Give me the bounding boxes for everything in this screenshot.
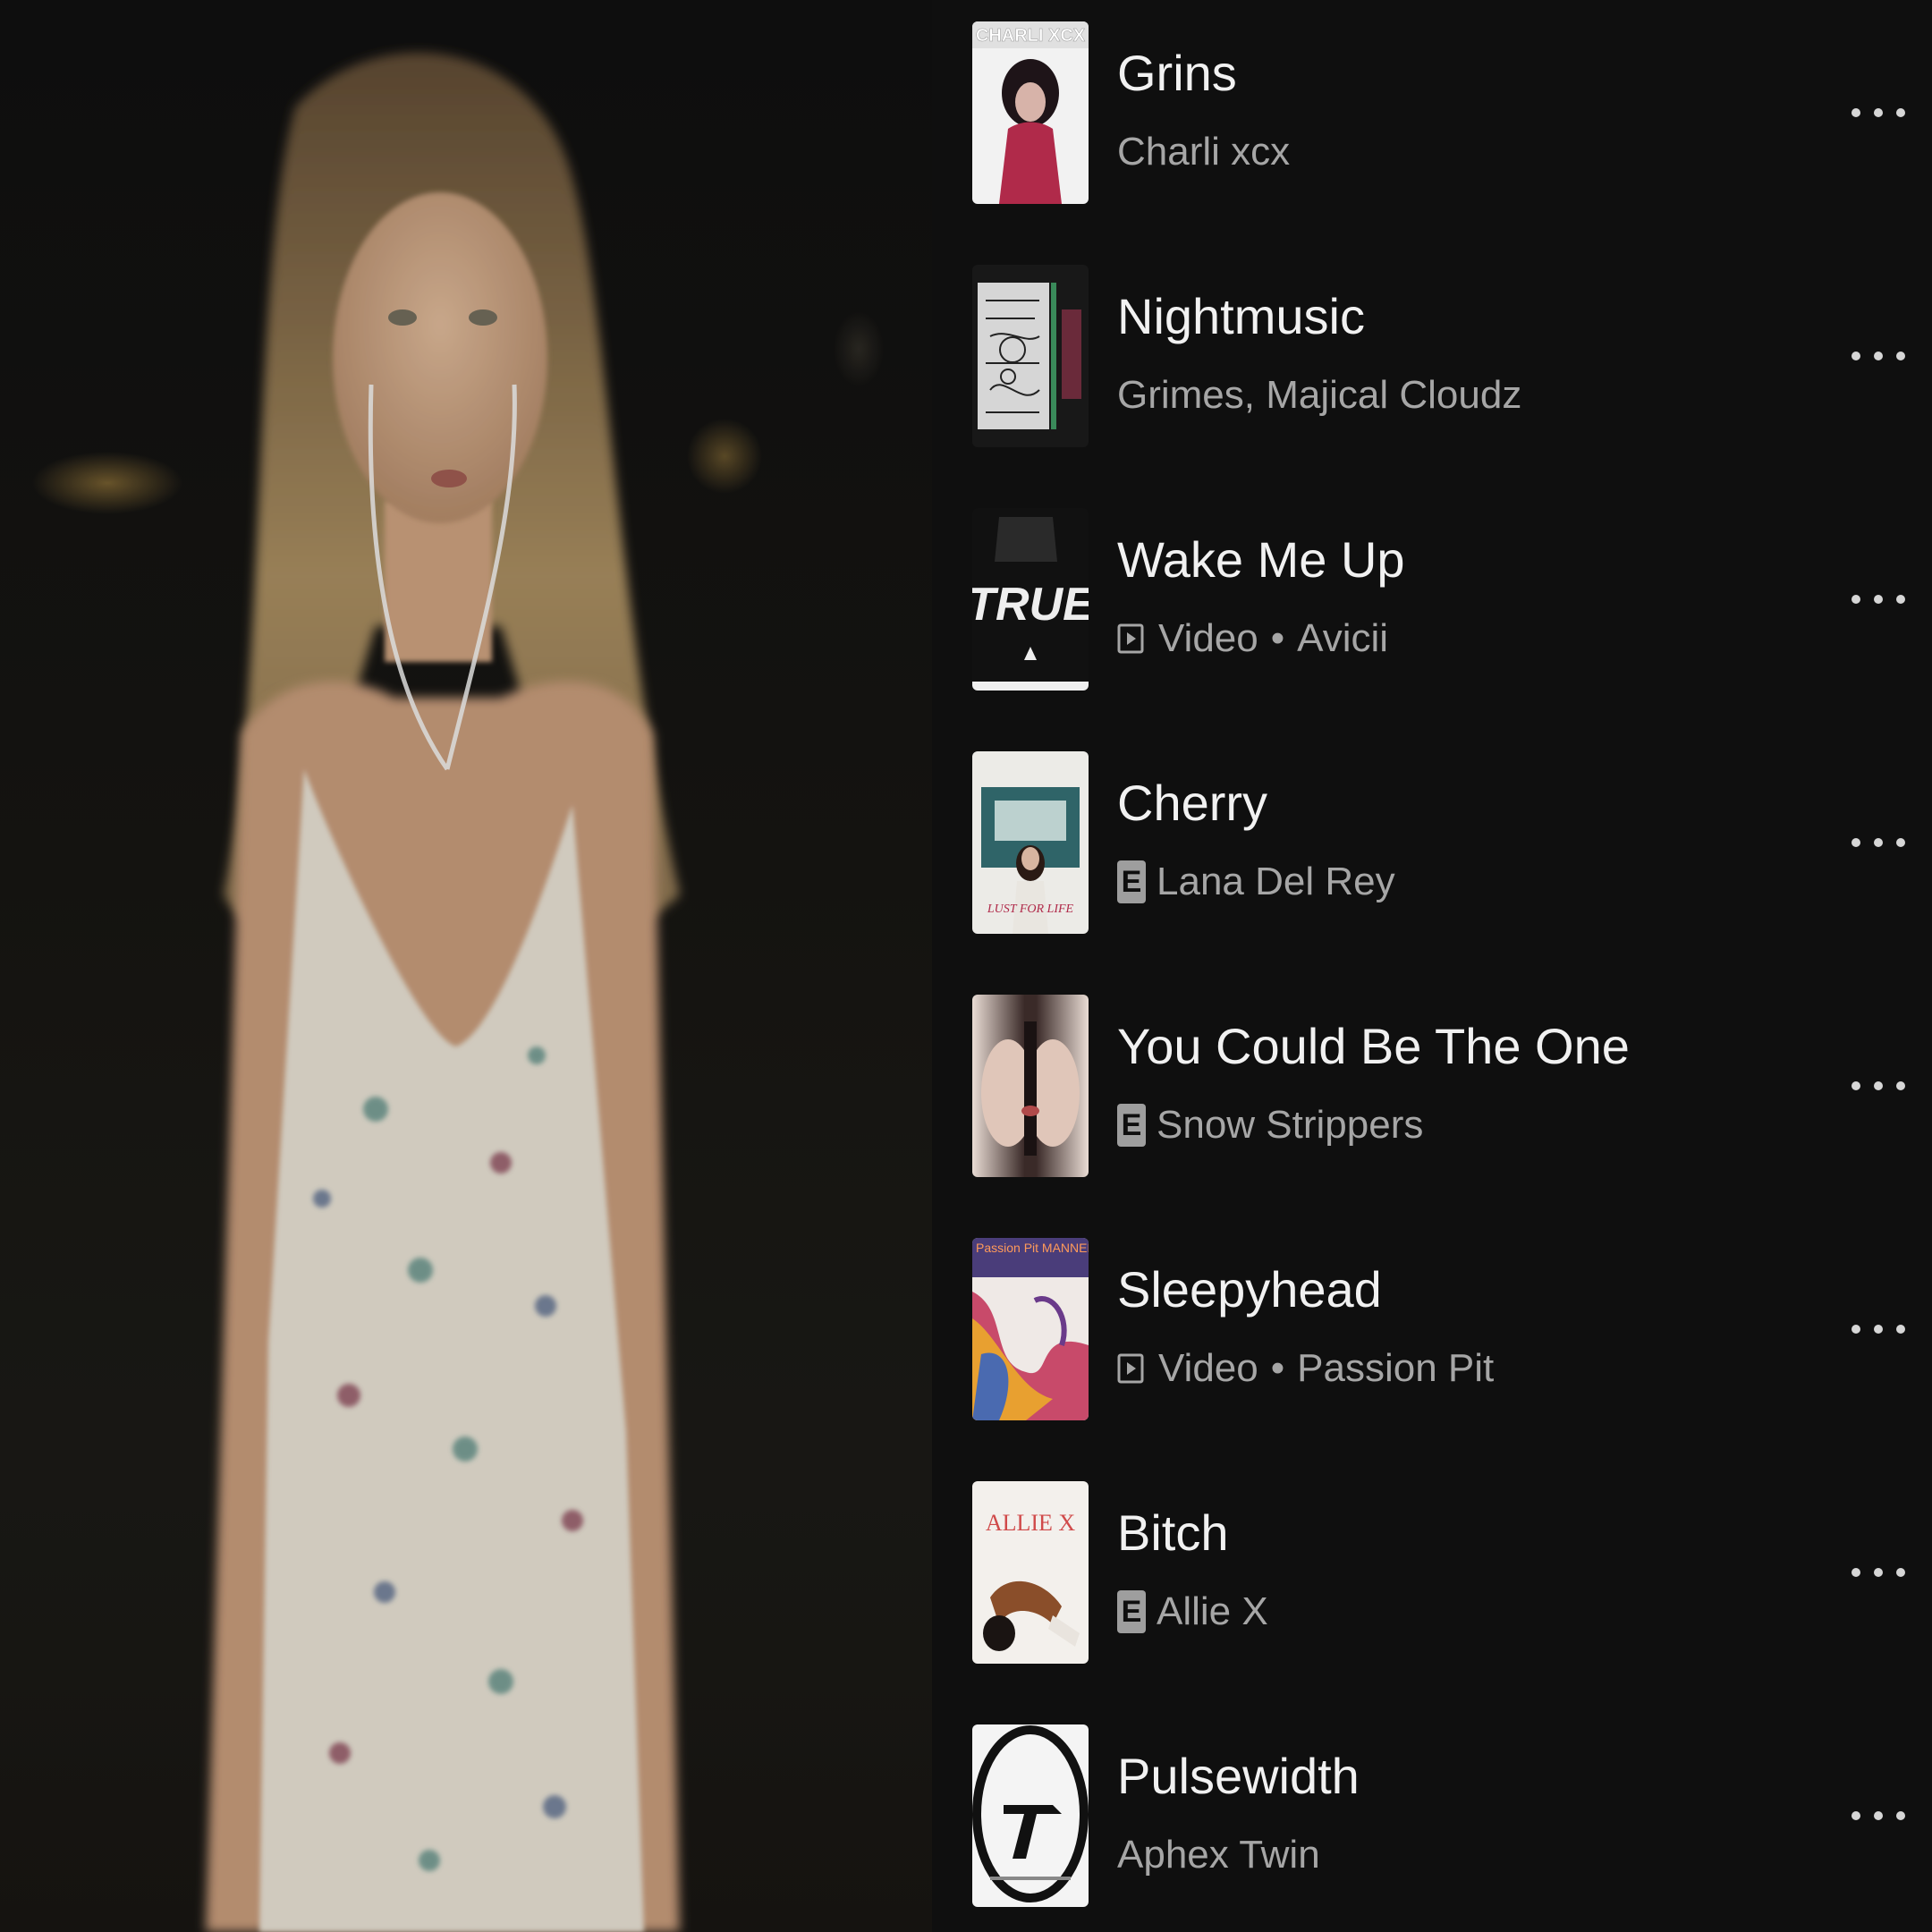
track-title: Grins [1117, 45, 1237, 101]
album-art-text: TRUE [972, 579, 1089, 631]
subtitle-separator: • [1270, 1346, 1285, 1390]
track-type: Video [1158, 1346, 1258, 1390]
explicit-badge: E [1117, 1104, 1146, 1147]
track-title: Pulsewidth [1117, 1748, 1360, 1804]
more-options-button[interactable] [1852, 1068, 1905, 1104]
play-box-icon [1117, 623, 1144, 654]
track-title: Bitch [1117, 1504, 1229, 1561]
album-art-text: LUST FOR LIFE [987, 902, 1074, 916]
album-art-text: CHARLI XCX [976, 26, 1086, 46]
more-horizontal-icon [1852, 1568, 1860, 1577]
track-type: Video [1158, 616, 1258, 660]
track-artist: Charli xcx [1117, 130, 1291, 174]
album-art: LUST FOR LIFE [972, 751, 1089, 934]
track-subtitle: Video • Passion Pit [1117, 1345, 1494, 1392]
video-frame [0, 0, 932, 1932]
track-title: You Could Be The One [1117, 1018, 1630, 1074]
queue-row[interactable]: TRUE Wake Me Up Video • Avicii [932, 487, 1932, 730]
queue-row[interactable]: Passion Pit MANNERS Sleepyhead Video • P… [932, 1216, 1932, 1460]
more-horizontal-icon [1852, 1811, 1860, 1820]
album-art: ALLIE X [972, 1481, 1089, 1664]
explicit-badge: E [1117, 860, 1146, 903]
queue-row[interactable]: Nightmusic Grimes, Majical Cloudz [932, 243, 1932, 487]
play-box-icon [1117, 1353, 1144, 1384]
album-art [972, 1724, 1089, 1907]
track-title: Sleepyhead [1117, 1261, 1382, 1318]
more-options-button[interactable] [1852, 825, 1905, 860]
queue-row[interactable]: You Could Be The One E Snow Strippers [932, 973, 1932, 1216]
more-options-button[interactable] [1852, 1555, 1905, 1590]
more-horizontal-icon [1852, 838, 1860, 847]
track-artist: Lana Del Rey [1157, 860, 1395, 903]
track-subtitle: E Lana Del Rey [1117, 859, 1395, 905]
queue-row[interactable]: ALLIE X Bitch E Allie X [932, 1460, 1932, 1703]
more-horizontal-icon [1852, 1325, 1860, 1334]
track-title: Nightmusic [1117, 288, 1365, 344]
album-art-text: Passion Pit MANNERS [976, 1241, 1089, 1255]
track-subtitle: E Allie X [1117, 1589, 1268, 1635]
track-subtitle: E Snow Strippers [1117, 1102, 1423, 1148]
track-artist: Avicii [1297, 616, 1389, 660]
video-player[interactable] [0, 0, 932, 1932]
app-window: CHARLI XCX Grins Charli xcx Nightmusic G… [0, 0, 1932, 1932]
more-options-button[interactable] [1852, 581, 1905, 617]
more-options-button[interactable] [1852, 338, 1905, 374]
track-subtitle: Video • Avicii [1117, 615, 1388, 662]
track-title: Cherry [1117, 775, 1268, 831]
queue-row[interactable]: CHARLI XCX Grins Charli xcx [932, 0, 1932, 243]
more-options-button[interactable] [1852, 95, 1905, 131]
explicit-badge: E [1117, 1590, 1146, 1633]
queue-row[interactable]: LUST FOR LIFE Cherry E Lana Del Rey [932, 730, 1932, 973]
track-artist: Aphex Twin [1117, 1833, 1320, 1877]
more-horizontal-icon [1852, 108, 1860, 117]
album-art [972, 995, 1089, 1177]
queue-row[interactable]: Pulsewidth Aphex Twin [932, 1703, 1932, 1932]
more-horizontal-icon [1852, 595, 1860, 604]
album-art [972, 265, 1089, 447]
queue-list: CHARLI XCX Grins Charli xcx Nightmusic G… [932, 0, 1932, 1932]
track-artist: Allie X [1157, 1589, 1268, 1633]
more-options-button[interactable] [1852, 1311, 1905, 1347]
album-art: TRUE [972, 508, 1089, 691]
more-horizontal-icon [1852, 1081, 1860, 1090]
album-art: CHARLI XCX [972, 21, 1089, 204]
track-artist: Snow Strippers [1157, 1103, 1424, 1147]
track-title: Wake Me Up [1117, 531, 1405, 588]
track-artist: Passion Pit [1297, 1346, 1495, 1390]
track-artist: Grimes, Majical Cloudz [1117, 373, 1522, 417]
more-horizontal-icon [1852, 352, 1860, 360]
album-art: Passion Pit MANNERS [972, 1238, 1089, 1420]
more-options-button[interactable] [1852, 1798, 1905, 1834]
album-art-text: ALLIE X [986, 1510, 1076, 1536]
subtitle-separator: • [1270, 616, 1285, 660]
